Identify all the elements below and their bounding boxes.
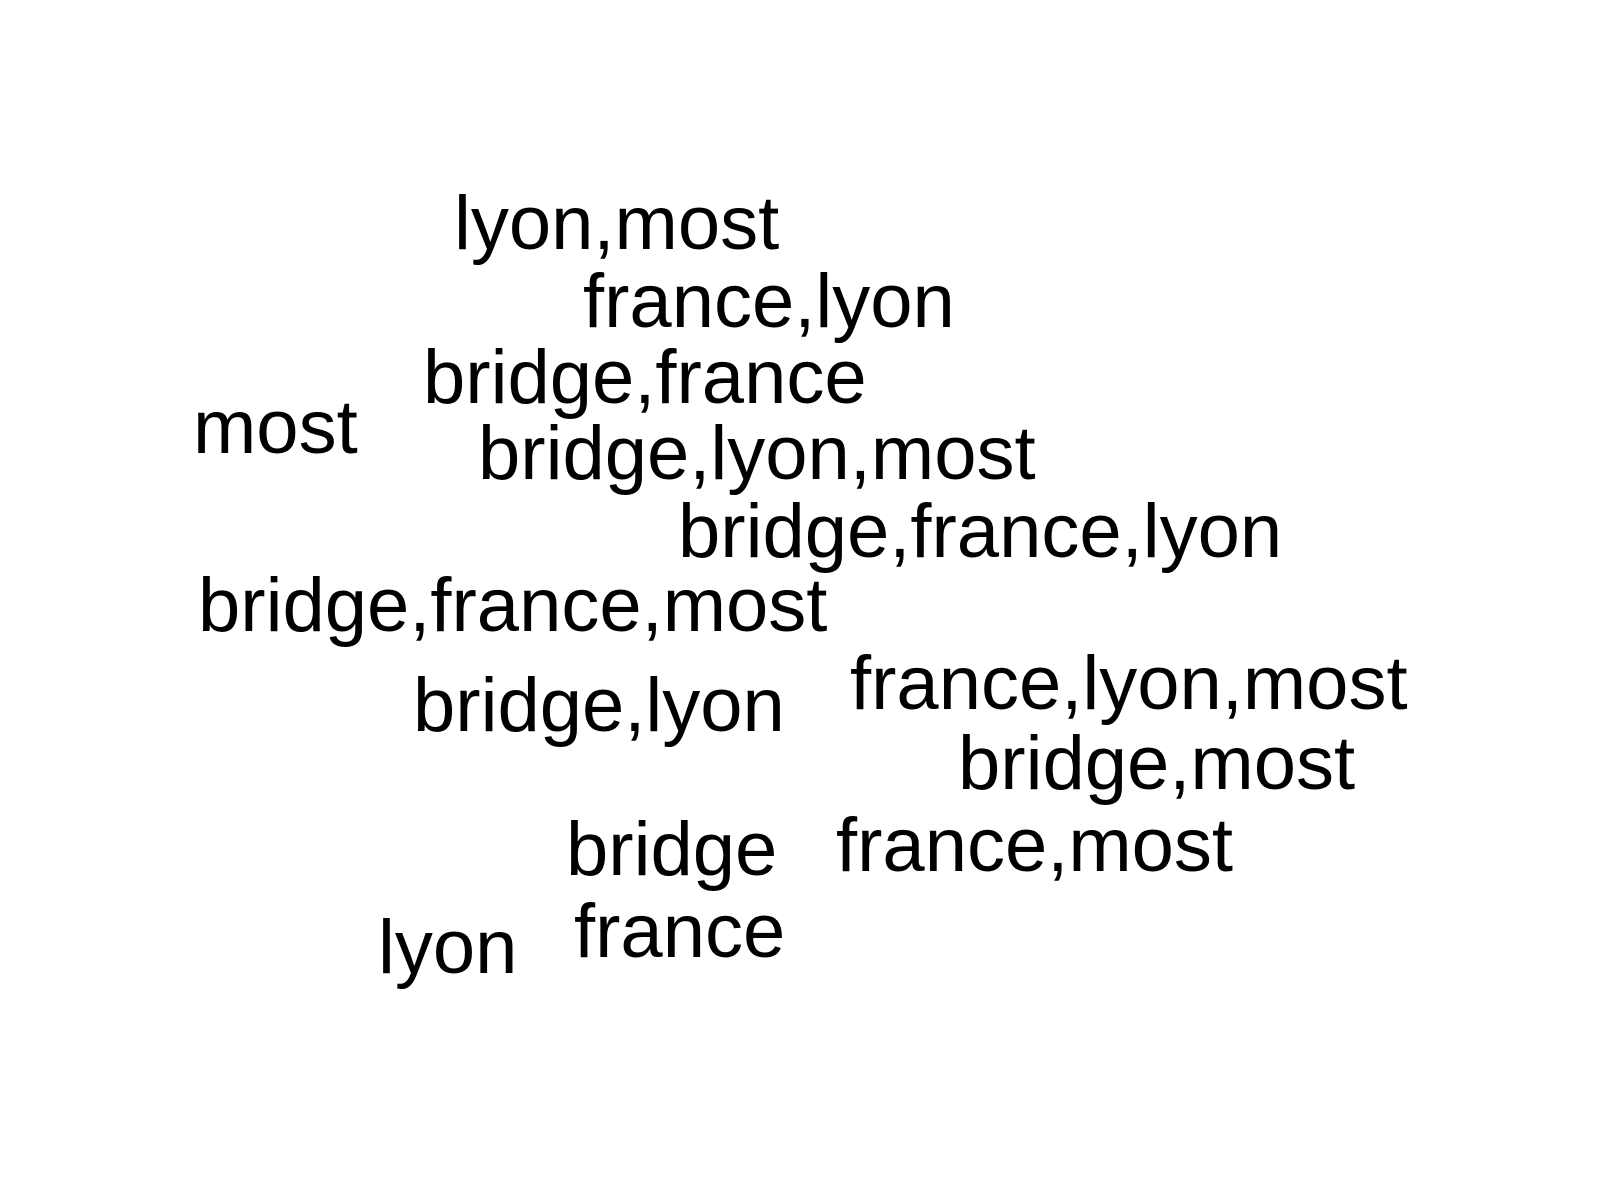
term-label-bridge-most: bridge,most — [958, 721, 1356, 806]
term-label-bridge: bridge — [566, 807, 778, 892]
term-label-bridge-france-most: bridge,france,most — [198, 563, 828, 648]
term-label-lyon-most: lyon,most — [454, 181, 780, 266]
term-label-france-lyon-most: france,lyon,most — [850, 641, 1408, 726]
term-map-canvas: lyon,most france,lyon bridge,france most… — [0, 0, 1600, 1200]
term-label-bridge-lyon: bridge,lyon — [413, 663, 785, 748]
term-label-france-lyon: france,lyon — [583, 259, 955, 344]
term-label-france: france — [574, 889, 786, 974]
term-label-bridge-lyon-most: bridge,lyon,most — [478, 411, 1036, 496]
term-label-most: most — [193, 385, 358, 470]
term-label-bridge-france-lyon: bridge,france,lyon — [678, 489, 1283, 574]
term-label-bridge-france: bridge,france — [423, 335, 867, 420]
term-label-france-most: france,most — [836, 803, 1234, 888]
term-label-lyon: lyon — [378, 905, 518, 990]
